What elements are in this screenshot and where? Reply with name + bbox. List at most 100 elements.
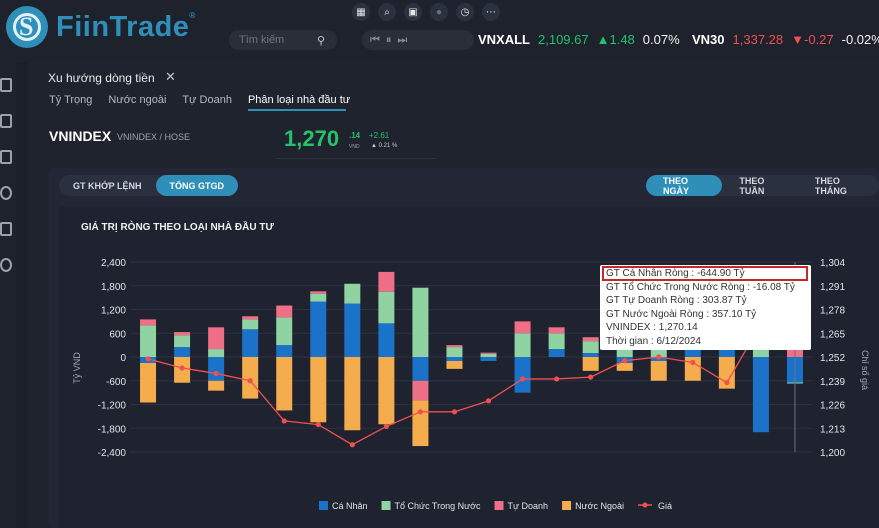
- legend-swatch-ca_nhan: [319, 501, 328, 510]
- y2-tick-label: 1,291: [820, 282, 845, 293]
- chart-tooltip: GT Cá Nhân Ròng : -644.90 Tỷ GT Tổ Chức …: [600, 265, 811, 350]
- price-point: [145, 356, 151, 362]
- bar-tu_doanh: [208, 327, 225, 350]
- legend-label-to_chuc: Tổ Chức Trong Nước: [395, 501, 481, 511]
- price-point: [724, 379, 730, 386]
- bar-ca_nhan: [412, 357, 429, 381]
- bar-nuoc_ngoai: [310, 357, 327, 423]
- y-tick-label: -600: [106, 377, 126, 388]
- tooltip-line-time: Thời gian : 6/12/2024: [606, 335, 701, 347]
- price-point: [519, 376, 526, 382]
- bar-tu_doanh: [514, 321, 531, 334]
- bar-ca_nhan: [344, 303, 361, 357]
- bar-tu_doanh: [548, 327, 565, 334]
- tooltip-line-tu-doanh: GT Tự Doanh Ròng : 303.87 Tỷ: [606, 295, 747, 306]
- bar-to_chuc: [548, 333, 565, 350]
- bar-to_chuc: [752, 349, 769, 357]
- y-tick-label: 1,800: [101, 282, 126, 293]
- bar-tu_doanh: [174, 332, 191, 336]
- bar-nuoc_ngoai: [378, 357, 395, 425]
- bar-ca_nhan: [582, 353, 599, 357]
- bar-ca_nhan: [174, 347, 191, 357]
- legend-swatch-dot-gia: [642, 502, 648, 508]
- bar-to_chuc: [514, 333, 531, 357]
- bar-ca_nhan: [446, 357, 463, 361]
- y-tick-label: 2,400: [101, 258, 126, 269]
- bar-nuoc_ngoai: [412, 400, 429, 447]
- legend-swatch-to_chuc: [381, 501, 391, 510]
- bar-nuoc_ngoai: [344, 357, 361, 431]
- bar-ca_nhan: [242, 329, 259, 357]
- price-point: [554, 376, 560, 382]
- bar-to_chuc: [616, 349, 633, 357]
- legend-swatch-nuoc_ngoai: [562, 501, 572, 510]
- bar-to_chuc: [412, 287, 429, 357]
- bar-to_chuc: [446, 347, 463, 357]
- y2-tick-label: 1,304: [820, 258, 845, 269]
- y-tick-label: 600: [109, 329, 126, 340]
- tooltip-line-to-chuc: GT Tổ Chức Trong Nước Ròng : -16.08 Tỷ: [606, 281, 795, 293]
- price-point: [622, 358, 628, 364]
- bar-ca_nhan: [480, 357, 497, 361]
- bar-tu_doanh: [582, 337, 599, 342]
- y2-tick-label: 1,252: [820, 353, 845, 364]
- bar-to_chuc: [140, 325, 157, 357]
- bar-nuoc_ngoai: [582, 357, 599, 371]
- price-point: [281, 418, 287, 424]
- y-tick-label: -2,400: [98, 448, 127, 459]
- bar-nuoc_ngoai: [446, 360, 463, 369]
- price-point: [451, 409, 458, 415]
- bar-nuoc_ngoai: [242, 357, 259, 399]
- bar-nuoc_ngoai: [276, 357, 293, 411]
- tooltip-highlight: [602, 266, 808, 281]
- price-point: [656, 354, 662, 360]
- bar-to_chuc: [480, 353, 497, 357]
- price-point: [349, 442, 355, 448]
- y-tick-label: 0: [120, 353, 126, 364]
- bar-tu_doanh: [242, 316, 259, 320]
- price-point: [588, 374, 594, 380]
- bar-to_chuc: [242, 319, 259, 330]
- bar-tu_doanh: [276, 305, 293, 318]
- bar-to_chuc: [344, 283, 361, 304]
- bar-to_chuc: [174, 335, 191, 348]
- price-point: [417, 409, 424, 415]
- price-point: [247, 378, 253, 384]
- price-point: [179, 365, 185, 371]
- tooltip-line-vnindex: VNINDEX : 1,270.14: [606, 322, 698, 333]
- bar-nuoc_ngoai: [140, 362, 157, 403]
- legend-label-gia: Giá: [658, 501, 672, 511]
- bar-to_chuc: [208, 349, 225, 357]
- bar-tu_doanh: [446, 345, 463, 348]
- bar-ca_nhan: [752, 357, 769, 433]
- y2-tick-label: 1,278: [820, 306, 845, 317]
- legend-label-nuoc_ngoai: Nước Ngoài: [575, 501, 624, 511]
- bar-tu_doanh: [378, 271, 395, 292]
- legend-label-ca_nhan: Cá Nhân: [332, 501, 368, 511]
- price-point: [213, 370, 219, 377]
- y2-tick-label: 1,213: [820, 424, 845, 435]
- bar-to_chuc: [378, 291, 395, 324]
- bar-tu_doanh: [480, 352, 497, 354]
- bar-ca_nhan: [276, 345, 293, 357]
- price-point: [485, 398, 492, 404]
- net-value-chart[interactable]: 2,400 1,800 1,200 600 0 -600 -1,200 -1,800 -2,40…: [0, 0, 879, 528]
- legend-label-tu_doanh: Tự Doanh: [508, 501, 549, 511]
- tooltip-line-nuoc-ngoai: GT Nước Ngoài Ròng : 357.10 Tỷ: [606, 308, 757, 320]
- bar-tu_doanh: [412, 380, 429, 401]
- price-point: [383, 423, 389, 430]
- price-point: [690, 359, 696, 366]
- bar-ca_nhan: [684, 349, 701, 357]
- y2-tick-label: 1,265: [820, 329, 845, 340]
- y-tick-label: -1,200: [98, 401, 127, 412]
- bar-nuoc_ngoai: [208, 380, 225, 391]
- y2-axis-title: Chỉ số giá: [860, 350, 870, 390]
- bar-to_chuc: [276, 317, 293, 346]
- bar-ca_nhan: [310, 301, 327, 357]
- bar-ca_nhan: [548, 349, 565, 357]
- bar-ca_nhan: [208, 357, 225, 381]
- bar-ca_nhan: [378, 323, 395, 357]
- y2-tick-label: 1,226: [820, 401, 845, 412]
- bar-nuoc_ngoai: [650, 360, 667, 381]
- y2-tick-label: 1,200: [820, 448, 845, 459]
